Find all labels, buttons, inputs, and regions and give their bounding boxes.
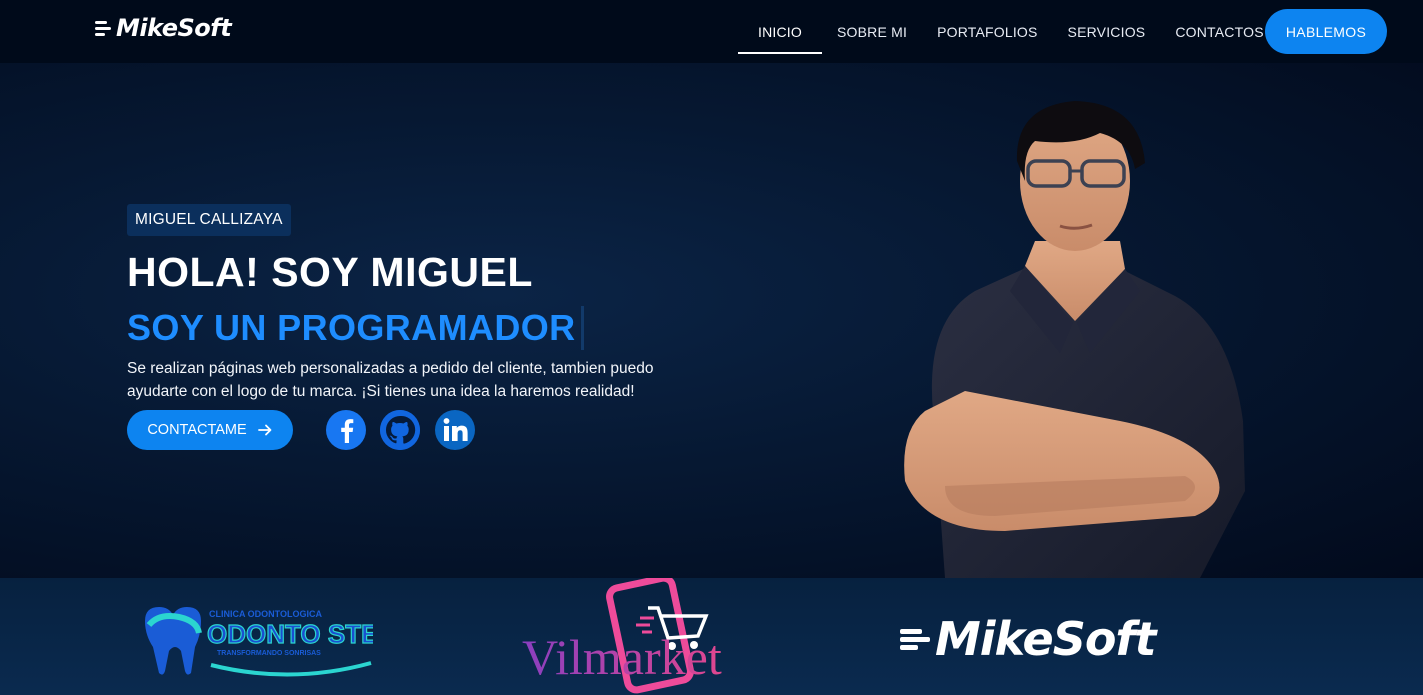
odonto-main-text: ODONTO STETIC xyxy=(207,619,373,649)
main-nav: INICIO SOBRE MI PORTAFOLIOS SERVICIOS CO… xyxy=(738,0,1279,63)
linkedin-icon[interactable] xyxy=(435,410,475,450)
description-line-2: ayudarte con el logo de tu marca. ¡Si ti… xyxy=(127,383,635,400)
nav-inicio[interactable]: INICIO xyxy=(738,0,822,63)
top-navbar: MikeSoft INICIO SOBRE MI PORTAFOLIOS SER… xyxy=(0,0,1423,63)
typed-text: SOY UN PROGRAMADOR xyxy=(127,307,576,348)
nav-servicios[interactable]: SERVICIOS xyxy=(1053,0,1161,63)
name-tag: MIGUEL CALLIZAYA xyxy=(127,204,291,236)
hero-section: MIGUEL CALLIZAYA HOLA! SOY MIGUEL SOY UN… xyxy=(0,63,1423,578)
vilmarket-text: Vilmarket xyxy=(522,629,722,685)
nav-contactos[interactable]: CONTACTOS xyxy=(1160,0,1278,63)
vilmarket-logo[interactable]: Vilmarket xyxy=(520,578,760,695)
contactame-label: CONTACTAME xyxy=(147,422,247,438)
speed-lines-icon xyxy=(95,20,111,36)
arrow-right-icon xyxy=(257,424,272,436)
clients-logo-strip: CLINICA ODONTOLOGICA ODONTO STETIC TRANS… xyxy=(0,578,1423,695)
typing-caret xyxy=(580,306,584,350)
odonto-stetic-logo[interactable]: CLINICA ODONTOLOGICA ODONTO STETIC TRANS… xyxy=(141,603,373,683)
facebook-icon[interactable] xyxy=(326,410,366,450)
odonto-top-text: CLINICA ODONTOLOGICA xyxy=(209,609,322,619)
mikesoft-logo-text: MikeSoft xyxy=(935,612,1156,666)
odonto-tagline-text: TRANSFORMANDO SONRISAS xyxy=(217,650,321,657)
mikesoft-logo[interactable]: MikeSoft xyxy=(900,612,1156,666)
github-icon[interactable] xyxy=(380,410,420,450)
speed-lines-icon xyxy=(900,628,930,650)
hero-description: Se realizan páginas web personalizadas a… xyxy=(127,357,667,403)
nav-portafolios[interactable]: PORTAFOLIOS xyxy=(922,0,1052,63)
contactame-button[interactable]: CONTACTAME xyxy=(127,410,293,450)
description-line-1: Se realizan páginas web personalizadas a… xyxy=(127,360,654,377)
hablemos-button[interactable]: HABLEMOS xyxy=(1265,9,1387,54)
hero-subheadline: SOY UN PROGRAMADOR xyxy=(127,306,584,350)
hero-headline: HOLA! SOY MIGUEL xyxy=(127,249,533,295)
nav-sobre-mi[interactable]: SOBRE MI xyxy=(822,0,922,63)
brand-logo[interactable]: MikeSoft xyxy=(95,14,232,42)
brand-name: MikeSoft xyxy=(116,14,232,42)
profile-photo xyxy=(904,101,1245,578)
